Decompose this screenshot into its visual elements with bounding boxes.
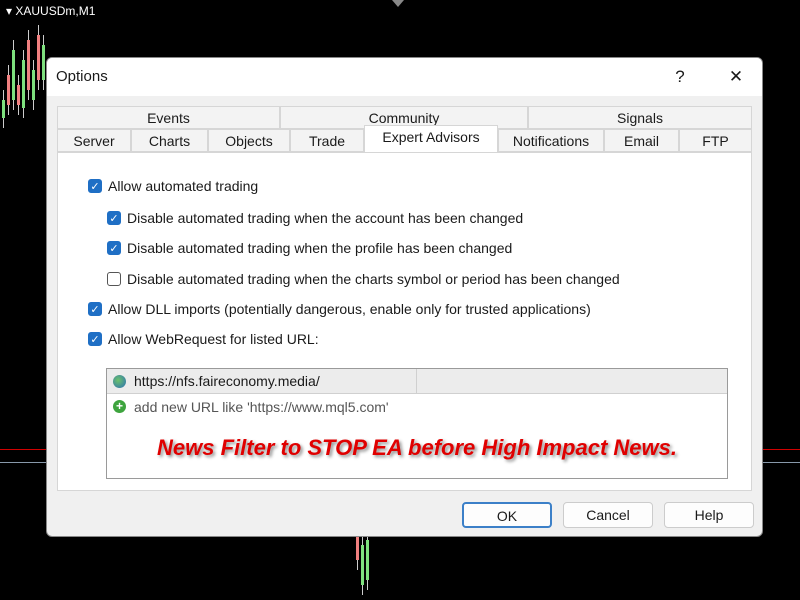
dialog-title: Options [56, 68, 108, 85]
title-bar: Options ? ✕ [47, 58, 762, 96]
checkbox-icon[interactable]: ✓ [88, 302, 102, 316]
url-row[interactable]: https://nfs.faireconomy.media/ [107, 369, 727, 394]
add-icon: + [113, 400, 126, 413]
tab-trade[interactable]: Trade [290, 129, 364, 152]
tab-email[interactable]: Email [604, 129, 679, 152]
symbol-text: XAUUSDm,M1 [15, 4, 96, 18]
candle [356, 537, 359, 560]
candle [32, 70, 35, 100]
option-label: Allow WebRequest for listed URL: [108, 331, 319, 347]
add-url-placeholder: add new URL like 'https://www.mql5.com' [134, 399, 389, 415]
option-checkbox[interactable]: Disable automated trading when the chart… [107, 271, 620, 287]
candle [22, 60, 25, 108]
candle [12, 50, 15, 100]
option-checkbox[interactable]: ✓ Disable automated trading when the acco… [107, 210, 523, 226]
tab-notifications[interactable]: Notifications [498, 129, 604, 152]
checkbox-icon[interactable] [107, 272, 121, 286]
option-checkbox[interactable]: ✓ Allow WebRequest for listed URL: [88, 331, 319, 347]
candle [366, 540, 369, 580]
candle [42, 45, 45, 80]
chart-shift-marker [392, 0, 404, 7]
candle [7, 75, 10, 105]
candle [2, 100, 5, 118]
option-label: Disable automated trading when the chart… [127, 271, 620, 287]
tab-charts[interactable]: Charts [131, 129, 208, 152]
tab-objects[interactable]: Objects [208, 129, 290, 152]
news-filter-banner: News Filter to STOP EA before High Impac… [157, 435, 677, 460]
tab-signals[interactable]: Signals [528, 106, 752, 129]
option-label: Allow DLL imports (potentially dangerous… [108, 301, 591, 317]
option-label: Disable automated trading when the profi… [127, 240, 513, 256]
cancel-button[interactable]: Cancel [563, 502, 653, 528]
column-divider [416, 369, 417, 394]
chart-symbol-label[interactable]: ▾ XAUUSDm,M1 [6, 4, 95, 18]
expert-advisors-panel: ✓ Allow automated trading ✓ Disable automat… [57, 152, 752, 491]
option-checkbox[interactable]: ✓ Allow automated trading [88, 178, 258, 194]
checkbox-icon[interactable]: ✓ [88, 332, 102, 346]
candle [27, 40, 30, 90]
tab-events[interactable]: Events [57, 106, 280, 129]
tab-ftp[interactable]: FTP [679, 129, 752, 152]
option-checkbox[interactable]: ✓ Allow DLL imports (potentially dangerou… [88, 301, 591, 317]
close-icon[interactable]: ✕ [721, 64, 751, 90]
help-button[interactable]: Help [664, 502, 754, 528]
url-list[interactable]: https://nfs.faireconomy.media/ + add new… [106, 368, 728, 479]
tab-expert-advisors[interactable]: Expert Advisors [364, 125, 498, 152]
help-icon[interactable]: ? [665, 64, 695, 90]
checkbox-icon[interactable]: ✓ [107, 241, 121, 255]
options-dialog: Options ? ✕ Events Community Signals Server… [46, 57, 763, 537]
option-label: Allow automated trading [108, 178, 259, 194]
candle [361, 545, 364, 585]
tab-server[interactable]: Server [57, 129, 131, 152]
option-checkbox[interactable]: ✓ Disable automated trading when the prof… [107, 240, 512, 256]
candle [17, 85, 20, 105]
candle [37, 35, 40, 80]
ok-button[interactable]: OK [462, 502, 552, 528]
globe-icon [113, 375, 126, 388]
checkbox-icon[interactable]: ✓ [107, 211, 121, 225]
url-text: https://nfs.faireconomy.media/ [134, 373, 320, 389]
add-url-row[interactable]: + add new URL like 'https://www.mql5.com… [107, 395, 727, 417]
checkbox-icon[interactable]: ✓ [88, 179, 102, 193]
option-label: Disable automated trading when the accou… [127, 210, 524, 226]
